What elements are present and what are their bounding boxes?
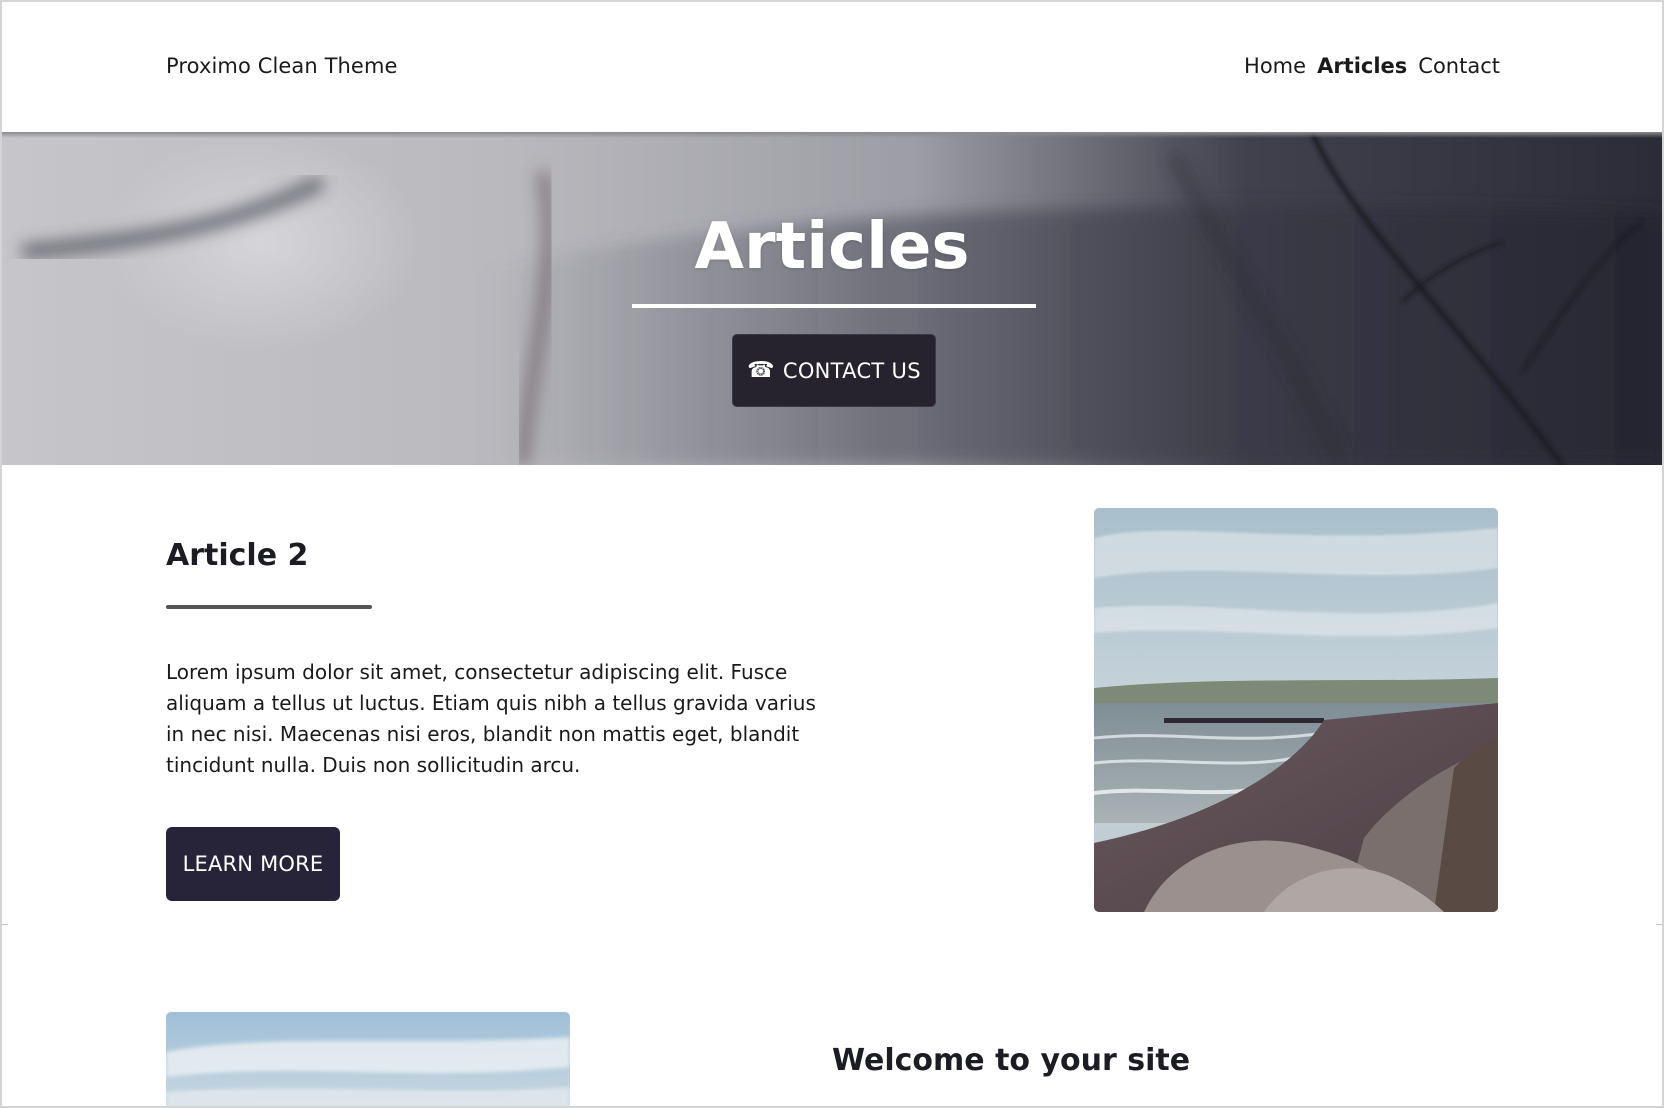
nav-item-home[interactable]: Home <box>1244 54 1306 78</box>
hero-background-image <box>21 132 1662 465</box>
title-underline <box>632 304 1036 308</box>
page-title: Articles <box>694 210 970 284</box>
article-image[interactable] <box>1094 508 1498 912</box>
nav-item-articles[interactable]: Articles <box>1317 54 1407 78</box>
site-header: Proximo Clean Theme Home Articles Contac… <box>2 2 1662 132</box>
section-divider-right <box>1656 924 1662 925</box>
article-body: Lorem ipsum dolor sit amet, consectetur … <box>166 660 816 777</box>
welcome-title: Welcome to your site <box>832 1043 1191 1078</box>
contact-us-label: CONTACT US <box>782 358 921 383</box>
article-title: Article 2 <box>166 538 309 573</box>
nav-item-contact[interactable]: Contact <box>1418 54 1500 78</box>
section-divider-left <box>2 924 8 925</box>
article-title-underline <box>166 605 372 609</box>
browser-viewport: Proximo Clean Theme Home Articles Contac… <box>0 0 1664 1108</box>
main-nav: Home Articles Contact <box>1244 54 1500 78</box>
phone-icon: ☎ <box>747 358 775 383</box>
hero-banner: Articles ☎ CONTACT US <box>2 132 1662 465</box>
contact-us-button[interactable]: ☎ CONTACT US <box>732 334 936 407</box>
welcome-image[interactable] <box>166 1012 570 1106</box>
site-brand[interactable]: Proximo Clean Theme <box>166 54 398 78</box>
header-shadow <box>2 132 1662 138</box>
learn-more-button[interactable]: LEARN MORE <box>166 827 340 901</box>
